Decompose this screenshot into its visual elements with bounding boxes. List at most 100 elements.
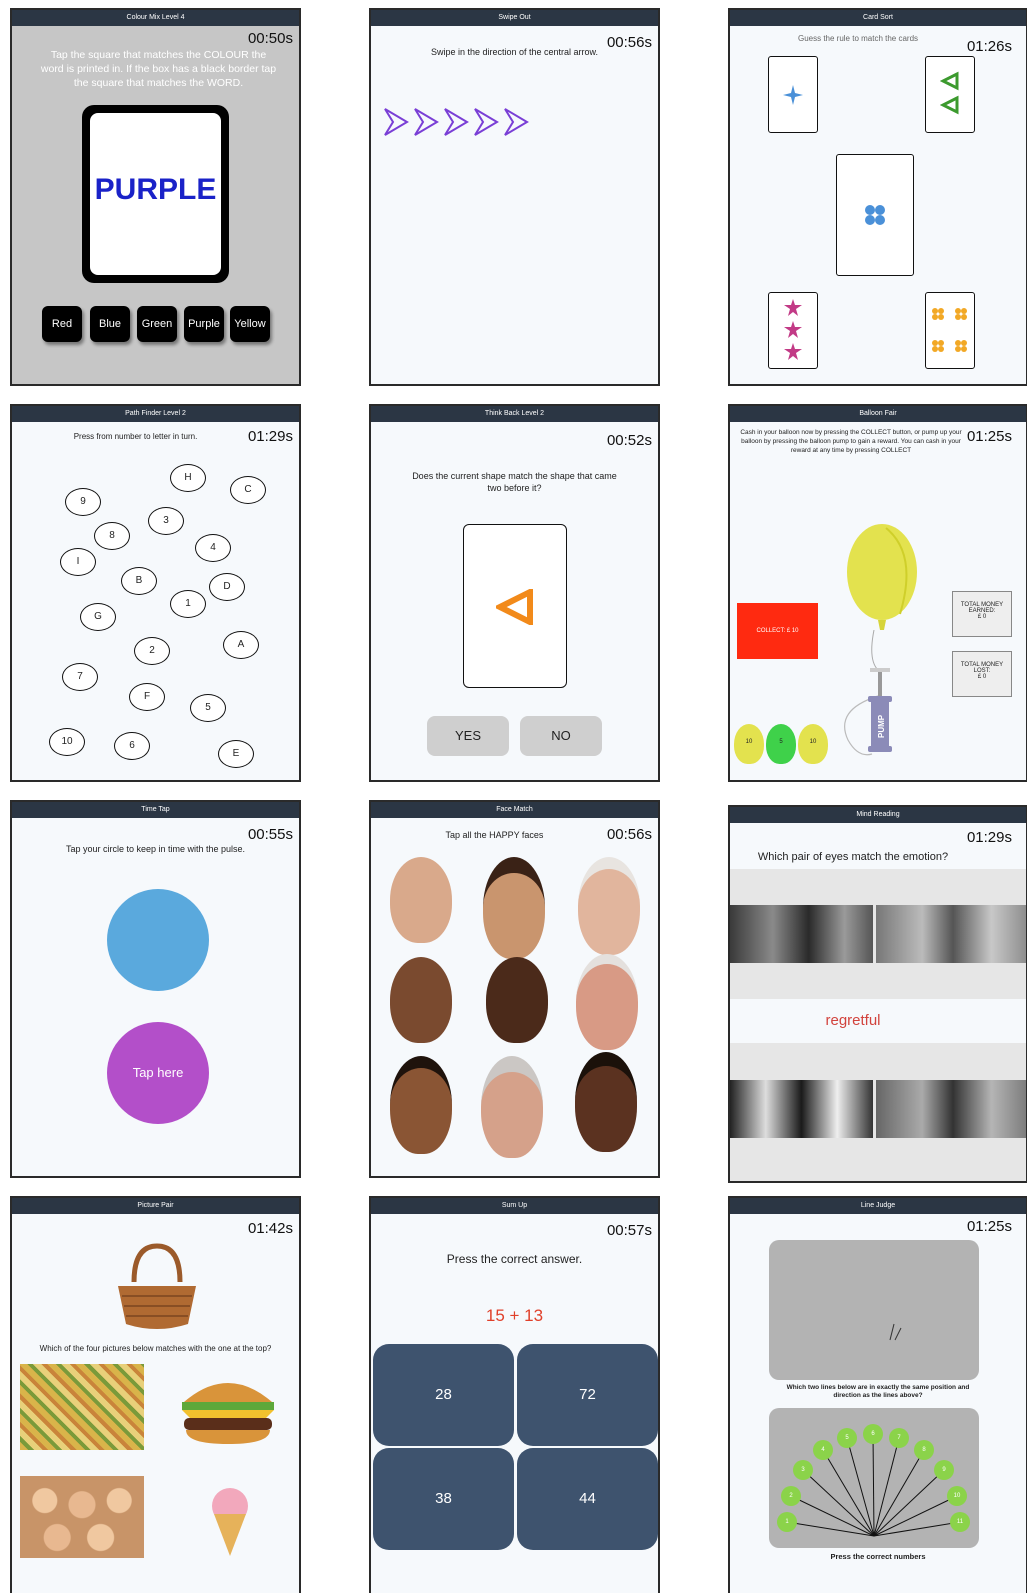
path-node[interactable]: G	[80, 603, 116, 631]
eyes-photo[interactable]	[876, 1080, 1026, 1138]
eyes-photo[interactable]	[876, 905, 1026, 963]
instruction-text: Guess the rule to match the cards	[797, 34, 919, 43]
path-node[interactable]: 6	[114, 732, 150, 760]
face-photo[interactable]	[486, 957, 548, 1043]
instruction-text: Tap your circle to keep in time with the…	[65, 844, 246, 854]
eyes-photo[interactable]	[730, 1080, 873, 1138]
arrow-row[interactable]	[383, 107, 533, 137]
path-node[interactable]: F	[129, 683, 165, 711]
path-node[interactable]: 4	[195, 534, 231, 562]
path-finder-panel: Path Finder Level 2 01:29s Press from nu…	[10, 404, 301, 782]
think-back-panel: Think Back Level 2 00:52s Does the curre…	[369, 404, 660, 782]
yellow-button[interactable]: Yellow	[230, 306, 270, 342]
path-node[interactable]: A	[223, 631, 259, 659]
line-judge-panel: Line Judge 01:25s Which two lines below …	[728, 1196, 1027, 1593]
pasta-image[interactable]	[20, 1364, 144, 1450]
yes-button[interactable]: YES	[427, 716, 509, 756]
answer-button[interactable]: 44	[517, 1448, 658, 1550]
line-number-button[interactable]: 10	[947, 1486, 967, 1506]
face-photo[interactable]	[390, 1056, 452, 1154]
path-node[interactable]: 1	[170, 590, 206, 618]
earned-value: £ 0	[977, 614, 987, 620]
path-node[interactable]: 5	[190, 694, 226, 722]
line-number-button[interactable]: 2	[781, 1486, 801, 1506]
balloon-fair-panel: Balloon Fair 01:25s Cash in your balloon…	[728, 404, 1027, 782]
pump-icon[interactable]: PUMP	[834, 630, 914, 758]
timer: 01:25s	[966, 1218, 1012, 1235]
path-node[interactable]: E	[218, 740, 254, 768]
line-number-button[interactable]: 6	[863, 1424, 883, 1444]
timer: 00:57s	[606, 1222, 652, 1239]
time-tap-panel: Time Tap 00:55s Tap your circle to keep …	[10, 800, 301, 1178]
path-node[interactable]: H	[170, 464, 206, 492]
line-number-button[interactable]: 9	[934, 1460, 954, 1480]
card-flowers[interactable]	[925, 292, 975, 369]
face-photo[interactable]	[575, 1052, 637, 1152]
path-node[interactable]: C	[230, 476, 266, 504]
answer-button[interactable]: 72	[517, 1344, 658, 1446]
small-balloon: 10	[798, 724, 828, 764]
path-node[interactable]: 9	[65, 488, 101, 516]
path-node[interactable]: 7	[62, 663, 98, 691]
mind-reading-panel: Mind Reading 01:29s Which pair of eyes m…	[728, 805, 1027, 1183]
lost-label: TOTAL MONEY LOST:	[960, 662, 1004, 674]
line-number-button[interactable]: 8	[914, 1440, 934, 1460]
path-node[interactable]: 2	[134, 637, 170, 665]
path-node[interactable]: I	[60, 548, 96, 576]
lost-value: £ 0	[977, 674, 987, 680]
face-photo[interactable]	[390, 957, 452, 1043]
line-number-button[interactable]: 3	[793, 1460, 813, 1480]
answer-button[interactable]: 38	[373, 1448, 514, 1550]
money-lost-box: TOTAL MONEY LOST: £ 0	[952, 651, 1012, 697]
panel-title: Picture Pair	[12, 1198, 299, 1214]
panel-title: Path Finder Level 2	[12, 406, 299, 422]
small-balloon: 10	[734, 724, 764, 764]
line-number-button[interactable]: 5	[837, 1428, 857, 1448]
tap-here-button[interactable]: Tap here	[107, 1022, 209, 1124]
colour-mix-panel: Colour Mix Level 4 00:50s Tap the square…	[10, 8, 301, 386]
line-number-button[interactable]: 1	[777, 1512, 797, 1532]
card-star[interactable]	[768, 56, 818, 133]
green-button[interactable]: Green	[137, 306, 177, 342]
card-triangles[interactable]	[925, 56, 975, 133]
triangle-icon	[496, 589, 533, 625]
face-photo[interactable]	[578, 857, 640, 955]
blue-button[interactable]: Blue	[90, 306, 130, 342]
word-card[interactable]: PURPLE	[82, 105, 229, 283]
face-photo[interactable]	[390, 857, 452, 943]
eggs-image[interactable]	[20, 1476, 144, 1558]
panel-title: Time Tap	[12, 802, 299, 818]
flower-icon	[865, 205, 885, 225]
path-node[interactable]: D	[209, 573, 245, 601]
line-number-button[interactable]: 4	[813, 1440, 833, 1460]
card-stars[interactable]	[768, 292, 818, 369]
line-number-button[interactable]: 11	[950, 1512, 970, 1532]
panel-title: Mind Reading	[730, 807, 1026, 823]
shape-card	[463, 524, 567, 688]
face-photo[interactable]	[483, 857, 545, 959]
chevron-right-icon	[414, 108, 439, 136]
collect-button[interactable]: COLLECT: £ 10	[737, 603, 818, 659]
instruction-text: Does the current shape match the shape t…	[412, 471, 617, 493]
path-node[interactable]: 8	[94, 522, 130, 550]
face-photo[interactable]	[481, 1056, 543, 1158]
path-node[interactable]: 3	[148, 507, 184, 535]
face-photo[interactable]	[576, 954, 638, 1050]
answer-button[interactable]: 28	[373, 1344, 514, 1446]
star-icon	[784, 299, 802, 360]
eyes-photo[interactable]	[730, 905, 873, 963]
purple-button[interactable]: Purple	[184, 306, 224, 342]
path-node[interactable]: 10	[49, 728, 85, 756]
ice-cream-image[interactable]	[208, 1486, 252, 1558]
instruction-text: Which pair of eyes match the emotion?	[757, 851, 949, 863]
panel-title: Swipe Out	[371, 10, 658, 26]
instruction-text: Swipe in the direction of the central ar…	[430, 47, 599, 57]
red-button[interactable]: Red	[42, 306, 82, 342]
instruction-text: Which two lines below are in exactly the…	[786, 1384, 970, 1399]
burger-image[interactable]	[178, 1368, 278, 1448]
path-node[interactable]: B	[121, 567, 157, 595]
line-number-button[interactable]: 7	[889, 1428, 909, 1448]
panel-title: Balloon Fair	[730, 406, 1026, 422]
sum-up-panel: Sum Up 00:57s Press the correct answer. …	[369, 1196, 660, 1593]
no-button[interactable]: NO	[520, 716, 602, 756]
